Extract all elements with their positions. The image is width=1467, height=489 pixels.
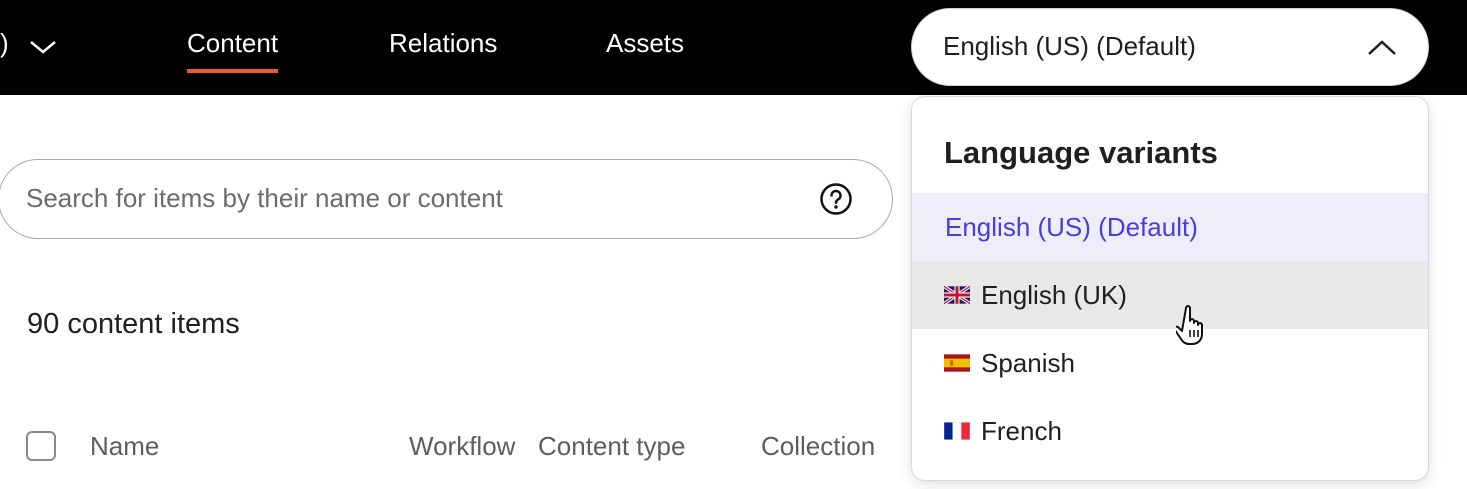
- question-circle-icon[interactable]: [819, 182, 853, 216]
- language-option-french[interactable]: French: [912, 397, 1428, 465]
- tab-content[interactable]: Content: [187, 28, 279, 73]
- language-select-value: English (US) (Default): [943, 31, 1196, 61]
- spain-flag-icon: [944, 354, 970, 372]
- language-select[interactable]: English (US) (Default): [911, 8, 1429, 86]
- top-bar: ) Content Relations Assets English (US) …: [0, 0, 1467, 95]
- search-box: [0, 159, 893, 239]
- language-option-english-us[interactable]: English (US) (Default): [912, 193, 1428, 261]
- select-all-checkbox[interactable]: [26, 431, 56, 461]
- option-label: French: [981, 416, 1062, 446]
- column-header-collection[interactable]: Collection: [761, 431, 875, 462]
- option-label: English (US) (Default): [945, 212, 1198, 242]
- project-name[interactable]: ): [0, 28, 9, 59]
- language-option-spanish[interactable]: Spanish: [912, 329, 1428, 397]
- search-input[interactable]: [26, 178, 786, 218]
- language-variants-dropdown: Language variants English (US) (Default)…: [911, 96, 1429, 481]
- chevron-up-icon: [1368, 40, 1396, 55]
- language-option-english-uk[interactable]: English (UK): [912, 261, 1428, 329]
- table-header: Name Workflow Content type Collection: [0, 425, 905, 470]
- tab-relations[interactable]: Relations: [389, 28, 497, 59]
- content-items-count: 90 content items: [27, 308, 240, 340]
- column-header-workflow[interactable]: Workflow: [409, 431, 522, 462]
- dropdown-heading: Language variants: [944, 135, 1218, 170]
- option-label: Spanish: [981, 348, 1075, 378]
- option-label: English (UK): [981, 280, 1127, 310]
- chevron-down-icon[interactable]: [28, 38, 58, 56]
- tab-assets[interactable]: Assets: [606, 28, 684, 59]
- column-header-name[interactable]: Name: [90, 431, 159, 462]
- column-header-content-type[interactable]: Content type: [538, 431, 685, 462]
- france-flag-icon: [944, 422, 970, 440]
- uk-flag-icon: [944, 286, 970, 304]
